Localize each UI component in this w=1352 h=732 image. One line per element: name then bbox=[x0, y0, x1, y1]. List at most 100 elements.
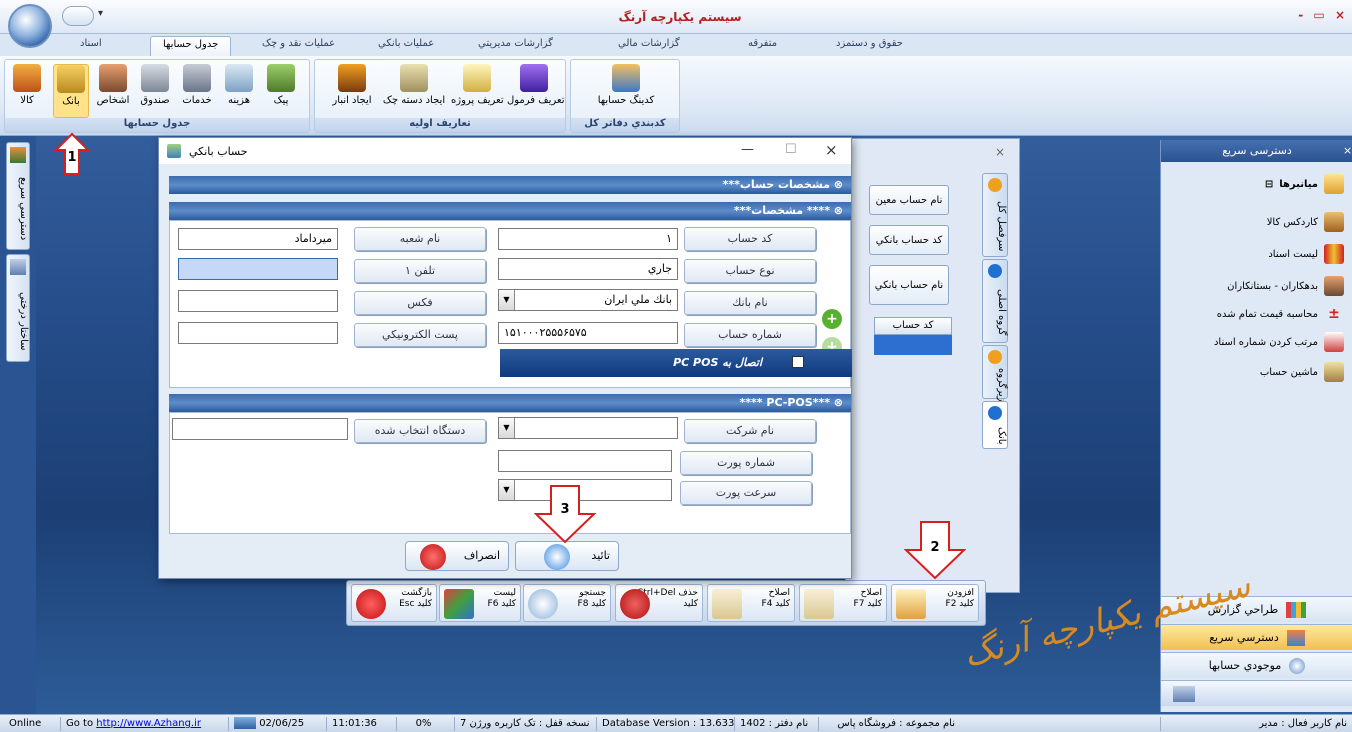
ribbon-define-project-button[interactable]: تعریف پروژه bbox=[451, 64, 504, 106]
window-controls[interactable]: - ▭ × bbox=[1298, 8, 1348, 22]
tab-management-reports[interactable]: گزارشات مديريتي bbox=[478, 38, 553, 49]
cancel-button[interactable]: انصراف bbox=[405, 541, 509, 571]
table-row[interactable] bbox=[874, 335, 952, 355]
collapse-icon: ⊗ bbox=[829, 178, 843, 191]
bank-account-dialog: حساب بانكي — ☐ × ⊗ مشخصات حساب*** ⊗ ****… bbox=[158, 137, 852, 579]
tab-misc[interactable]: متفرقه bbox=[748, 38, 777, 49]
app-menu-orb-icon[interactable] bbox=[8, 4, 52, 48]
side-tab-main-group[interactable]: گروه اصلی bbox=[982, 259, 1008, 343]
quick-item-document-list[interactable]: ليست اسناد bbox=[1268, 244, 1344, 264]
field-bank-account-code[interactable]: كد حساب بانكي bbox=[869, 225, 949, 255]
quick-item-sort-documents[interactable]: مرتب كردن شماره اسناد bbox=[1214, 332, 1344, 352]
branch-name-input[interactable]: ميرداماد bbox=[178, 228, 338, 250]
section-account-spec[interactable]: ⊗ مشخصات حساب*** bbox=[169, 176, 851, 194]
ribbon-bank-button[interactable]: بانک bbox=[53, 64, 89, 118]
label-email: پست الكترونيكي bbox=[354, 323, 486, 347]
field-bank-account-name[interactable]: نام حساب بانكي bbox=[869, 265, 949, 305]
edit-button-f4[interactable]: اصلاح كليد F4 bbox=[707, 584, 795, 622]
section-pcpos[interactable]: ⊗ ***PC-POS **** bbox=[169, 394, 851, 412]
email-input[interactable] bbox=[178, 322, 338, 344]
details-panel: كد حساب ۱ نوع حساب جاري نام بانك ▼ بانك م… bbox=[169, 220, 852, 388]
tab-payroll[interactable]: حقوق و دستمزد bbox=[836, 38, 903, 49]
magnifier-icon bbox=[1289, 657, 1306, 674]
quick-item-calculator[interactable]: ماشين حساب bbox=[1260, 362, 1344, 382]
ribbon-persons-button[interactable]: اشخاص bbox=[95, 64, 131, 106]
selected-device-input[interactable] bbox=[172, 418, 348, 440]
delete-button[interactable]: حذف Ctrl+Del كليد bbox=[615, 584, 703, 622]
collapse-icon: ⊟ bbox=[1264, 178, 1274, 190]
edit-pencil-icon bbox=[804, 589, 834, 619]
label-branch-name: نام شعبه bbox=[354, 227, 486, 251]
tab-cash-cheque[interactable]: عمليات نقد و چک bbox=[262, 38, 335, 49]
close-icon[interactable]: × bbox=[825, 141, 838, 159]
quick-access-button[interactable]: دسترسي سريع bbox=[1161, 624, 1352, 650]
section-details[interactable]: ⊗ **** مشخصات*** bbox=[169, 202, 851, 220]
panel-options-button[interactable] bbox=[1161, 680, 1352, 706]
ribbon-group-definitions: ایجاد انبار ایجاد دسته چک تعریف پروژه تع… bbox=[314, 59, 566, 133]
account-balances-button[interactable]: موجودي حسابها bbox=[1161, 652, 1352, 678]
quick-item-goods-cardex[interactable]: كاردكس كالا bbox=[1267, 212, 1344, 232]
account-number-input[interactable]: ۱۵۱۰۰۰۲۵۵۵۶۵۷۵ bbox=[498, 322, 678, 344]
tab-financial-reports[interactable]: گزارشات مالي bbox=[618, 38, 680, 49]
ribbon-create-chequebook-button[interactable]: ایجاد دسته چک bbox=[381, 64, 447, 106]
back-button[interactable]: بازگشت كليد Esc bbox=[351, 584, 437, 622]
quick-access-dropdown-icon[interactable]: ▾ bbox=[98, 8, 103, 19]
status-version: نسخه قفل : تک کاربره ورژن 7 bbox=[454, 717, 595, 731]
blue-dot-icon bbox=[988, 264, 1002, 278]
status-user: نام کاربر فعال : مدیر bbox=[1160, 717, 1352, 731]
company-name-select[interactable]: ▼ bbox=[498, 417, 678, 439]
close-icon[interactable]: × bbox=[1343, 144, 1352, 157]
chevron-down-icon[interactable]: ▼ bbox=[499, 290, 515, 310]
quick-access-toolbar[interactable] bbox=[62, 6, 94, 26]
pcpos-connect-bar[interactable]: اتصال به PC POS bbox=[500, 349, 852, 377]
side-tab-subgroup[interactable]: زیرگروه bbox=[982, 345, 1008, 401]
quick-item-debtors-creditors[interactable]: بدهكاران - بستانكاران bbox=[1227, 276, 1344, 296]
quick-item-cost-calculation[interactable]: ± محاسبه قيمت تمام شده bbox=[1217, 304, 1344, 324]
tab-documents[interactable]: اسناد bbox=[80, 38, 102, 49]
confirm-button[interactable]: تائيد bbox=[515, 541, 619, 571]
side-tab-general-heading[interactable]: سرفصل کل bbox=[982, 173, 1008, 257]
pcpos-checkbox[interactable] bbox=[792, 356, 804, 368]
close-icon[interactable]: × bbox=[995, 145, 1005, 159]
website-link[interactable]: http://www.Azhang.ir bbox=[96, 718, 201, 729]
bank-name-select[interactable]: ▼ بانك ملي ايران bbox=[498, 289, 678, 311]
side-tab-bank[interactable]: بانک bbox=[982, 401, 1008, 449]
search-button[interactable]: جستجو كليد F8 bbox=[523, 584, 611, 622]
ribbon-goods-button[interactable]: كالا bbox=[9, 64, 45, 106]
ribbon-tabs: اسناد جدول حسابها عمليات نقد و چک عمليات… bbox=[0, 34, 1352, 56]
chevron-down-icon[interactable]: ▼ bbox=[499, 480, 515, 500]
chequebook-icon bbox=[400, 64, 428, 92]
add-button[interactable]: افزودن كليد F2 bbox=[891, 584, 979, 622]
account-code-input[interactable]: ۱ bbox=[498, 228, 678, 250]
ribbon-define-formula-button[interactable]: تعريف فرمول bbox=[507, 64, 565, 106]
title-bar: ▾ سیستم یکپارچه آرنگ - ▭ × bbox=[0, 0, 1352, 34]
list-button[interactable]: ليست كليد F6 bbox=[439, 584, 521, 622]
phone1-input[interactable] bbox=[178, 258, 338, 280]
chevron-down-icon[interactable]: ▼ bbox=[499, 418, 515, 438]
status-time: 11:01:36 bbox=[326, 717, 382, 731]
add-plus-icon[interactable]: + bbox=[822, 309, 842, 329]
maximize-icon[interactable]: ☐ bbox=[785, 142, 797, 157]
fax-input[interactable] bbox=[178, 290, 338, 312]
account-type-input[interactable]: جاري bbox=[498, 258, 678, 280]
edit-button-f7[interactable]: اصلاح كليد F7 bbox=[799, 584, 887, 622]
ribbon-services-button[interactable]: خدمات bbox=[179, 64, 215, 106]
ribbon-courier-button[interactable]: پیک bbox=[263, 64, 299, 106]
ribbon-group-accounts: كالا بانک اشخاص صندوق خدمات هزينه پیک جد… bbox=[4, 59, 310, 133]
ribbon-account-coding-button[interactable]: كدينگ حسابها bbox=[593, 64, 659, 106]
field-ledger-account-name[interactable]: نام حساب معين bbox=[869, 185, 949, 215]
collapse-icon: ⊗ bbox=[829, 396, 843, 409]
left-tab-quick-access[interactable]: دسترسي سريع bbox=[6, 142, 30, 250]
ribbon-create-warehouse-button[interactable]: ایجاد انبار bbox=[327, 64, 377, 106]
ribbon-expense-button[interactable]: هزينه bbox=[221, 64, 257, 106]
tab-accounts-table[interactable]: جدول حسابها bbox=[150, 36, 232, 56]
tab-bank-ops[interactable]: عمليات بانكي bbox=[378, 38, 434, 49]
minimize-icon[interactable]: — bbox=[741, 142, 754, 157]
ribbon-cashbox-button[interactable]: صندوق bbox=[137, 64, 173, 106]
left-tab-tree-structure[interactable]: ساختار درختي bbox=[6, 254, 30, 362]
shortcuts-section[interactable]: ميانبرها ⊟ bbox=[1265, 174, 1344, 194]
column-header-account-code[interactable]: كد حساب bbox=[874, 317, 952, 335]
bank-icon bbox=[57, 65, 85, 93]
label-phone1: تلفن ۱ bbox=[354, 259, 486, 283]
port-number-input[interactable] bbox=[498, 450, 672, 472]
